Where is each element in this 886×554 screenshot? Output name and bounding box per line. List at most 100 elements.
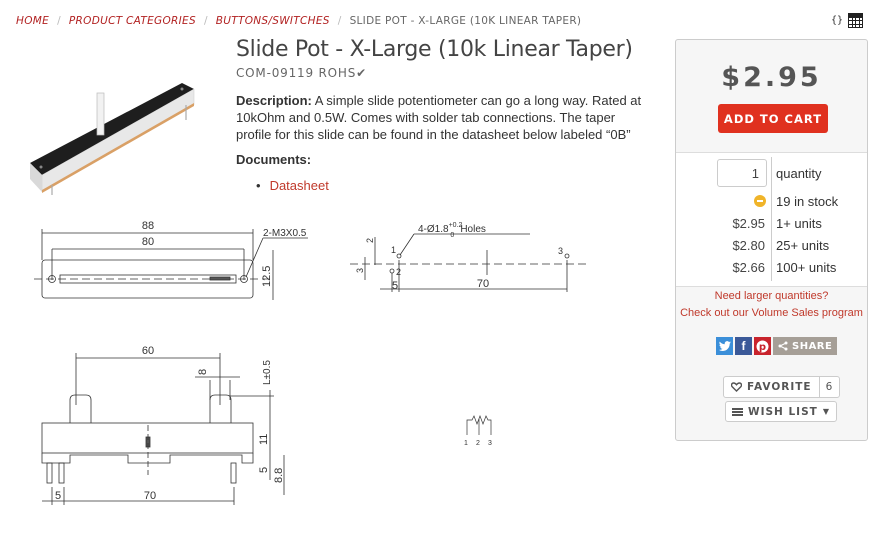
pot-slider-knob [96, 92, 105, 136]
hole-layout: 1 2 3 4-Ø1.8+0.2 0Holes 2 3 5 70 [350, 222, 590, 292]
dim-80: 80 [142, 236, 154, 248]
pin-hole-2 [389, 268, 395, 274]
volume-line-2[interactable]: Check out our Volume Sales program [676, 305, 867, 322]
price-break-value: $2.95 [732, 216, 765, 231]
favorite-label-wrap[interactable]: FAVORITE [724, 377, 820, 397]
pin-label-1: 1 [391, 245, 396, 255]
share-button[interactable]: SHARE [773, 337, 838, 355]
breadcrumb: HOME / PRODUCT CATEGORIES / BUTTONS/SWITCHES… [16, 14, 581, 27]
pot-top-face [30, 83, 194, 175]
twitter-icon[interactable] [716, 337, 733, 355]
dim-8: 8 [197, 369, 209, 375]
favorite-label: FAVORITE [747, 381, 812, 393]
share-label: SHARE [792, 340, 833, 352]
pot-side-face [41, 88, 195, 193]
dim-12-5: 12.5 [261, 266, 273, 287]
side-pin [46, 462, 53, 484]
price-break-units: 100+ units [776, 260, 837, 275]
favorite-count: 6 [825, 381, 834, 393]
breadcrumb-separator: / [203, 15, 208, 27]
top-icons: {} [831, 13, 864, 28]
datasheet-link[interactable]: Datasheet [270, 178, 329, 193]
documents-list: Datasheet [256, 178, 329, 193]
pinterest-icon[interactable]: p [754, 337, 771, 355]
dim-60: 60 [142, 345, 154, 357]
stock-count: 19 in stock [776, 194, 839, 209]
pot-screw-hole [39, 165, 43, 169]
share-icon [778, 341, 788, 351]
share-bar: f p SHARE [716, 337, 838, 355]
product-description: Description: A simple slide potentiomete… [236, 92, 646, 143]
dim-70-top: 70 [477, 278, 489, 290]
list-icon [732, 407, 743, 416]
dim-11: 11 [258, 434, 270, 445]
actuator-left [69, 394, 92, 423]
dim-2: 2 [365, 238, 375, 243]
slider-tab [209, 276, 231, 281]
check-icon: ✔ [356, 66, 367, 80]
pot-screw-hole [180, 87, 184, 91]
schematic-pin-2: 2 [476, 440, 480, 447]
price-break-units: 25+ units [776, 238, 830, 253]
breadcrumb-home[interactable]: HOME [16, 15, 49, 27]
breadcrumb-product-categories[interactable]: PRODUCT CATEGORIES [69, 15, 196, 27]
technical-drawing: 88 80 2-M3X0.5 12.5 1 2 3 4-Ø1.8+0.2 0Hol… [34, 220, 590, 505]
code-braces-icon[interactable]: {} [831, 15, 843, 26]
thread-label: 2-M3X0.5 [263, 228, 307, 239]
svg-text:p: p [759, 342, 766, 353]
breadcrumb-buttons-switches[interactable]: BUTTONS/SWITCHES [216, 15, 330, 27]
dim-88: 88 [142, 220, 154, 232]
schematic-pin-1: 1 [464, 440, 468, 447]
product-image[interactable] [22, 75, 202, 195]
dim-L: L±0.5 [262, 360, 273, 385]
dim-8-8: 8.8 [273, 468, 285, 483]
side-view: 60 8 L±0.5 11 5 8.8 5 70 [41, 345, 285, 505]
product-title: Slide Pot - X-Large (10k Linear Taper) [236, 37, 633, 62]
grid-icon[interactable] [848, 13, 864, 28]
schematic-symbol: 1 2 3 [464, 415, 492, 447]
quantity-label: quantity [776, 166, 822, 181]
dim-5: 5 [392, 280, 398, 292]
wish-list-button[interactable]: WISH LIST ▼ [725, 401, 837, 422]
caret-down-icon: ▼ [822, 407, 830, 416]
favorite-button[interactable]: FAVORITE 6 [723, 376, 841, 398]
document-item: Datasheet [256, 178, 329, 193]
pin-label-3: 3 [558, 246, 563, 256]
price: $2.95 [721, 62, 822, 93]
pin-hole-3 [564, 253, 570, 259]
pin-label-2: 2 [396, 267, 401, 277]
quantity-input[interactable] [717, 159, 767, 187]
breadcrumb-separator: / [337, 15, 342, 27]
product-sku: COM-09119 ROHS✔ [236, 66, 367, 80]
breadcrumb-separator: / [57, 15, 61, 27]
stock-status-icon [754, 195, 766, 207]
schematic-pin-3: 3 [488, 440, 492, 447]
divider [771, 157, 772, 281]
breadcrumb-current: SLIDE POT - X-LARGE (10K LINEAR TAPER) [349, 15, 582, 27]
side-pin [230, 462, 237, 484]
price-break-units: 1+ units [776, 216, 822, 231]
sku-code: COM-09119 [236, 66, 314, 80]
side-pin [58, 462, 65, 484]
actuator-right [209, 394, 232, 423]
rohs-label: ROHS [318, 66, 357, 80]
volume-sales-link[interactable]: Need larger quantities? Check out our Vo… [676, 288, 867, 322]
facebook-icon[interactable]: f [735, 337, 752, 355]
dim-5-side: 5 [258, 467, 270, 473]
side-base [41, 453, 254, 464]
dim-3: 3 [355, 268, 365, 273]
top-view: 88 80 2-M3X0.5 12.5 [34, 220, 308, 300]
quantity-panel: quantity 19 in stock $2.95 1+ units $2.8… [676, 152, 867, 287]
buy-box: $2.95 ADD TO CART quantity 19 in stock $… [675, 39, 868, 441]
dim-70-bottom: 70 [144, 490, 156, 502]
description-label: Description: [236, 93, 312, 108]
price-break-value: $2.66 [732, 260, 765, 275]
volume-line-1[interactable]: Need larger quantities? [676, 288, 867, 305]
wish-list-label: WISH LIST [748, 405, 818, 418]
price-break-value: $2.80 [732, 238, 765, 253]
holes-spec: 4-Ø1.8+0.2 0Holes [418, 222, 486, 239]
documents-label: Documents: [236, 152, 312, 167]
dim-5-bottom: 5 [55, 490, 61, 502]
heart-icon [731, 382, 742, 392]
add-to-cart-button[interactable]: ADD TO CART [718, 104, 828, 133]
